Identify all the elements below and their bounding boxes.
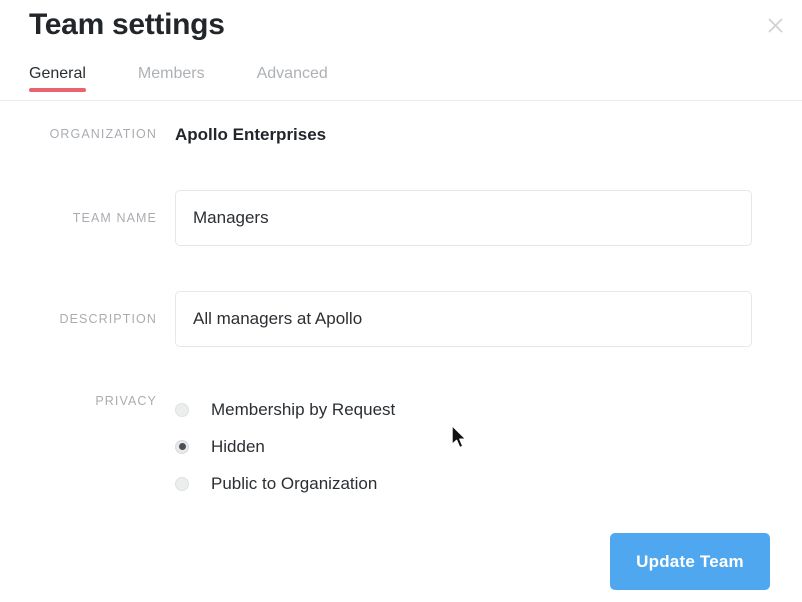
privacy-option-label: Membership by Request xyxy=(211,399,396,419)
organization-value: Apollo Enterprises xyxy=(175,125,327,144)
description-input[interactable] xyxy=(175,291,752,347)
privacy-option-hidden[interactable]: Hidden xyxy=(175,428,802,465)
tab-bar: General Members Advanced xyxy=(29,65,328,101)
radio-icon xyxy=(175,402,189,417)
tab-members[interactable]: Members xyxy=(138,65,205,95)
privacy-row: PRIVACY Membership by Request Hidden Pub… xyxy=(0,391,802,502)
radio-icon xyxy=(175,476,189,491)
update-team-button[interactable]: Update Team xyxy=(610,533,770,590)
tab-members-label: Members xyxy=(137,65,205,82)
tab-active-underline xyxy=(29,88,86,92)
team-name-input[interactable] xyxy=(175,190,752,246)
tab-advanced[interactable]: Advanced xyxy=(257,65,328,95)
organization-label: ORGANIZATION xyxy=(49,127,157,141)
privacy-option-label: Public to Organization xyxy=(211,473,378,493)
privacy-option-public-to-organization[interactable]: Public to Organization xyxy=(175,465,802,502)
close-button[interactable] xyxy=(760,10,790,40)
description-label: DESCRIPTION xyxy=(59,312,157,326)
close-icon xyxy=(767,17,784,34)
radio-selected-icon xyxy=(175,439,189,454)
privacy-option-membership-by-request[interactable]: Membership by Request xyxy=(175,391,802,428)
organization-row: ORGANIZATION Apollo Enterprises xyxy=(0,125,802,145)
privacy-option-label: Hidden xyxy=(211,436,265,456)
tab-advanced-label: Advanced xyxy=(256,65,328,82)
page-title: Team settings xyxy=(29,8,225,41)
description-row: DESCRIPTION xyxy=(0,291,802,347)
tab-general-label: General xyxy=(29,65,86,82)
header-divider xyxy=(0,100,802,101)
team-settings-dialog: Team settings General Members Advanced O… xyxy=(0,0,802,602)
privacy-radio-group: Membership by Request Hidden Public to O… xyxy=(175,391,802,502)
dialog-header: Team settings General Members Advanced xyxy=(0,0,802,101)
tab-general[interactable]: General xyxy=(29,65,86,95)
privacy-label: PRIVACY xyxy=(95,394,157,408)
team-name-row: TEAM NAME xyxy=(0,190,802,246)
team-name-label: TEAM NAME xyxy=(72,211,157,225)
